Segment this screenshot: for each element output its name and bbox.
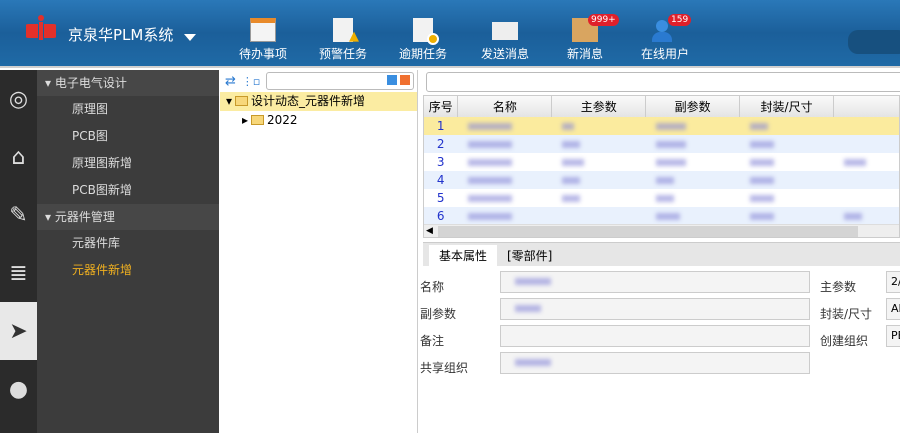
tool-label: 逾期任务: [398, 47, 447, 61]
icon-sidebar: ◎ ⌂ ✎ ≣ ➤ ●: [0, 70, 37, 433]
nav-item-component-library[interactable]: 元器件库: [37, 230, 219, 257]
nav-item-component-new[interactable]: 元器件新增: [37, 257, 219, 284]
company-logo: [26, 15, 56, 40]
nav-item-schematic-new[interactable]: 原理图新增: [37, 150, 219, 177]
search-down-icon[interactable]: [387, 75, 398, 85]
name-field[interactable]: [500, 271, 810, 293]
field-label-package-size: 封装/尺寸: [820, 307, 873, 321]
overdue-task-button[interactable]: 逾期任务: [388, 18, 458, 62]
horizontal-scrollbar[interactable]: ◀: [424, 224, 899, 237]
nav-item-schematic[interactable]: 原理图: [37, 96, 219, 123]
send-icon[interactable]: ➤: [0, 302, 37, 360]
group-label: 元器件管理: [54, 210, 115, 224]
edit-icon[interactable]: ✎: [0, 186, 37, 244]
home-icon[interactable]: ⌂: [0, 128, 37, 186]
table-row[interactable]: 6: [424, 207, 899, 225]
field-label-create-org: 创建组织: [820, 334, 869, 348]
node-label: 设计动态_元器件新增: [251, 94, 366, 108]
send-message-button[interactable]: 发送消息: [470, 18, 540, 62]
row-number: 3: [436, 155, 445, 169]
warning-task-icon: ▲: [333, 18, 359, 44]
nav-group-electrical-design[interactable]: ▾ 电子电气设计: [37, 70, 219, 96]
table-row[interactable]: 2: [424, 135, 899, 153]
send-message-icon: [492, 22, 518, 40]
tool-label: 待办事项: [238, 47, 287, 61]
row-number: 2: [436, 137, 445, 151]
tool-label: 发送消息: [480, 47, 529, 61]
table-row[interactable]: 4: [424, 171, 899, 189]
col-header[interactable]: 名称: [457, 96, 553, 117]
tree-node-root[interactable]: ▾ 设计动态_元器件新增: [220, 92, 417, 111]
chevron-down-icon[interactable]: [184, 34, 196, 47]
tool-label: 新消息: [566, 47, 603, 61]
tool-label: 在线用户: [640, 47, 689, 61]
tab-basic-properties[interactable]: 基本属性: [429, 245, 498, 267]
col-header[interactable]: 封装/尺寸: [739, 96, 834, 117]
folder-icon: [251, 115, 265, 125]
main-param-field[interactable]: 2/: [886, 271, 900, 293]
nav-item-pcb[interactable]: PCB图: [37, 123, 219, 150]
row-number: 5: [436, 191, 445, 205]
tree-node-2022[interactable]: ▸ 2022: [220, 111, 417, 130]
group-label: 电子电气设计: [54, 76, 127, 90]
col-header[interactable]: 副参数: [645, 96, 741, 117]
tab-parts[interactable]: [零部件]: [497, 245, 562, 267]
tool-label: 预警任务: [318, 47, 367, 61]
col-header[interactable]: 主参数: [551, 96, 647, 117]
table-row[interactable]: 3: [424, 153, 899, 171]
row-number: 1: [436, 119, 445, 133]
online-users-badge: 159: [668, 14, 692, 26]
warning-task-button[interactable]: ▲ 预警任务: [308, 18, 378, 62]
tree-search-input[interactable]: [266, 72, 415, 90]
todo-button[interactable]: 待办事项: [228, 18, 298, 62]
database-icon[interactable]: ≣: [0, 244, 37, 302]
new-message-icon: 999+: [572, 14, 619, 42]
table-row[interactable]: 5: [424, 189, 899, 207]
new-message-button[interactable]: 999+ 新消息: [550, 14, 620, 62]
grid-header: 序号 名称 主参数 副参数 封装/尺寸 备注: [424, 96, 899, 117]
row-number: 4: [436, 173, 445, 187]
folder-icon: [235, 96, 249, 106]
new-message-badge: 999+: [588, 14, 619, 26]
col-header[interactable]: 备注: [833, 96, 899, 117]
col-header[interactable]: 序号: [424, 96, 459, 117]
scroll-thumb[interactable]: [438, 226, 858, 237]
field-label-name: 名称: [420, 280, 445, 294]
nav-group-component-management[interactable]: ▾ 元器件管理: [37, 204, 219, 230]
folder-tree-panel: ⇄ ⋮▫ ▾ 设计动态_元器件新增 ▸ 2022: [220, 70, 418, 433]
scroll-left-icon[interactable]: ◀: [426, 226, 433, 236]
remark-field[interactable]: [500, 325, 810, 347]
package-size-field[interactable]: AE: [886, 298, 900, 320]
create-org-field[interactable]: PE: [886, 325, 900, 347]
row-number: 6: [436, 209, 445, 223]
top-header: 京泉华PLM系统 待办事项 ▲ 预警任务 逾期任务 发送消息 999+ 新消息 15…: [0, 0, 900, 68]
nav-item-pcb-new[interactable]: PCB图新增: [37, 177, 219, 204]
detail-tabs: 基本属性 [零部件]: [423, 242, 900, 267]
todo-icon: [250, 18, 276, 42]
overdue-task-icon: [413, 18, 439, 45]
online-users-icon: 159: [652, 14, 692, 42]
component-grid: 序号 名称 主参数 副参数 封装/尺寸 备注 1 2 3 4 5 6 ◀: [423, 95, 900, 238]
field-label-main-param: 主参数: [820, 280, 857, 294]
node-label: 2022: [267, 113, 298, 127]
tree-structure-icon[interactable]: ⋮▫: [242, 75, 260, 88]
chat-icon[interactable]: ●: [0, 360, 37, 418]
main-panel: 序号 名称 主参数 副参数 封装/尺寸 备注 1 2 3 4 5 6 ◀ 基本属…: [420, 70, 900, 433]
field-label-remark: 备注: [420, 334, 445, 348]
shared-org-field[interactable]: [500, 352, 810, 374]
nav-menu: ▾ 电子电气设计 原理图 PCB图 原理图新增 PCB图新增 ▾ 元器件管理 元…: [37, 70, 219, 433]
field-label-shared-org: 共享组织: [420, 361, 469, 375]
header-search-input[interactable]: [848, 30, 900, 54]
sipm-search-icon[interactable]: ◎: [0, 70, 37, 128]
sub-param-field[interactable]: [500, 298, 810, 320]
table-row[interactable]: 1: [424, 117, 899, 135]
refresh-icon[interactable]: ⇄: [225, 74, 236, 89]
search-up-icon[interactable]: [400, 75, 411, 85]
online-users-button[interactable]: 159 在线用户: [630, 14, 700, 62]
main-search-input[interactable]: [426, 72, 900, 92]
app-title: 京泉华PLM系统: [68, 26, 174, 44]
field-label-sub-param: 副参数: [420, 307, 457, 321]
